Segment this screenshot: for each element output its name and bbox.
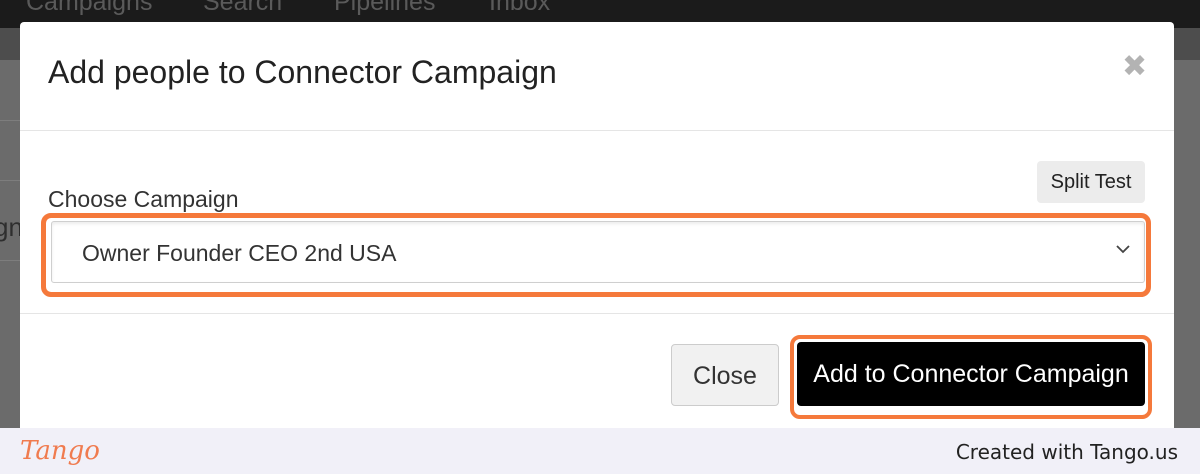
bg-divider xyxy=(0,120,20,121)
tango-footer: Tango Created with Tango.us xyxy=(0,428,1200,474)
bg-divider xyxy=(0,180,20,181)
add-people-modal: Add people to Connector Campaign ✖ Choos… xyxy=(20,22,1174,428)
close-button[interactable]: Close xyxy=(671,344,779,406)
tango-credit: Created with Tango.us xyxy=(955,440,1178,464)
modal-header: Add people to Connector Campaign ✖ xyxy=(20,22,1174,131)
split-test-button[interactable]: Split Test xyxy=(1037,161,1145,203)
close-icon[interactable]: ✖ xyxy=(1122,52,1147,82)
add-to-connector-campaign-button[interactable]: Add to Connector Campaign xyxy=(797,342,1145,406)
chevron-down-icon xyxy=(1116,245,1130,254)
modal-footer: Close Add to Connector Campaign xyxy=(20,314,1174,428)
background-left-panel: gn xyxy=(0,60,23,428)
choose-campaign-label: Choose Campaign xyxy=(48,186,239,212)
bg-nav-pipelines: Pipelines xyxy=(334,0,436,16)
tango-logo: Tango xyxy=(20,436,100,466)
campaign-select[interactable]: Owner Founder CEO 2nd USA xyxy=(51,221,1145,283)
modal-body: Choose Campaign Split Test Owner Founder… xyxy=(20,131,1174,314)
background-right-panel xyxy=(1174,60,1200,428)
bg-nav-campaigns: Campaigns xyxy=(26,0,153,16)
bg-nav-inbox: Inbox xyxy=(489,0,551,16)
campaign-select-value: Owner Founder CEO 2nd USA xyxy=(82,240,397,266)
modal-title: Add people to Connector Campaign xyxy=(48,54,557,90)
bg-divider xyxy=(0,260,20,261)
bg-nav-search: Search xyxy=(203,0,283,16)
